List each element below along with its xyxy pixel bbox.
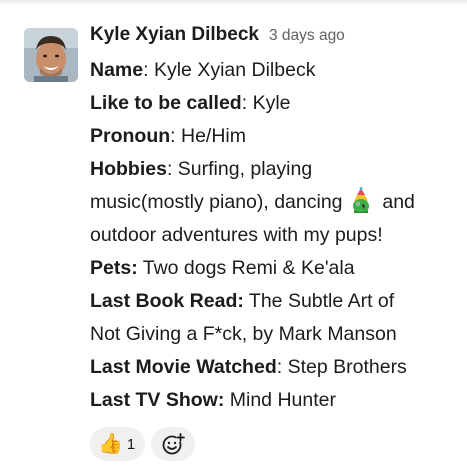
message-content: Kyle Xyian Dilbeck 3 days ago Name: Kyle… xyxy=(90,24,454,461)
label-tv: Last TV Show: xyxy=(90,389,225,411)
hobbies-text-c: outdoor adventures with my pups! xyxy=(90,224,383,246)
scroll-shadow xyxy=(0,0,467,6)
label-name: Name xyxy=(90,59,144,81)
sep: : xyxy=(170,125,181,147)
label-called: Like to be called xyxy=(90,92,242,114)
hobbies-text-b: and xyxy=(376,191,415,213)
add-emoji-icon xyxy=(162,433,186,455)
party-parrot-icon[interactable] xyxy=(348,187,375,214)
reaction-thumbs-up[interactable]: 👍 1 xyxy=(90,427,146,461)
value-book: The Subtle Art of xyxy=(243,290,395,312)
author-name[interactable]: Kyle Xyian Dilbeck xyxy=(90,24,259,46)
sep: : xyxy=(241,92,253,114)
value-called: Kyle xyxy=(252,92,291,114)
line-hobbies-cont: music(mostly piano), dancing and xyxy=(90,186,454,219)
line-pets: Pets: Two dogs Remi & Ke'ala xyxy=(90,252,454,285)
message-body: Name: Kyle Xyian Dilbeck Like to be call… xyxy=(90,54,454,417)
hobbies-text-a: music(mostly piano), dancing xyxy=(90,191,348,213)
value-name: Kyle Xyian Dilbeck xyxy=(153,59,316,81)
thumbs-up-icon: 👍 xyxy=(98,433,123,455)
reactions-bar: 👍 1 xyxy=(90,427,454,461)
sep: : xyxy=(166,158,178,180)
message-header: Kyle Xyian Dilbeck 3 days ago xyxy=(90,24,454,54)
line-book: Last Book Read: The Subtle Art of xyxy=(90,285,454,318)
value-movie: Step Brothers xyxy=(287,356,407,378)
label-movie: Last Movie Watched xyxy=(90,356,277,378)
label-pronoun: Pronoun xyxy=(90,125,171,147)
value-pronoun: He/Him xyxy=(181,125,247,147)
value-hobbies: Surfing, playing xyxy=(177,158,313,180)
reaction-count: 1 xyxy=(126,435,136,453)
line-tv: Last TV Show: Mind Hunter xyxy=(90,384,454,417)
avatar[interactable] xyxy=(24,28,78,82)
line-book-cont: Not Giving a F*ck, by Mark Manson xyxy=(90,318,454,351)
line-hobbies: Hobbies: Surfing, playing xyxy=(90,153,454,186)
timestamp[interactable]: 3 days ago xyxy=(269,27,345,45)
line-called: Like to be called: Kyle xyxy=(90,87,454,120)
add-reaction-button[interactable] xyxy=(151,427,196,461)
value-book-cont: Not Giving a F*ck, by Mark Manson xyxy=(90,323,397,345)
value-pets: Two dogs Remi & Ke'ala xyxy=(137,257,355,279)
label-pets: Pets: xyxy=(90,257,138,279)
sep: : xyxy=(143,59,154,81)
label-book: Last Book Read: xyxy=(90,290,244,312)
line-name: Name: Kyle Xyian Dilbeck xyxy=(90,54,454,87)
line-movie: Last Movie Watched: Step Brothers xyxy=(90,351,454,384)
line-pronoun: Pronoun: He/Him xyxy=(90,120,454,153)
label-hobbies: Hobbies xyxy=(90,158,167,180)
value-tv: Mind Hunter xyxy=(224,389,336,411)
sep: : xyxy=(276,356,288,378)
line-hobbies-end: outdoor adventures with my pups! xyxy=(90,219,454,252)
avatar-image xyxy=(24,28,78,82)
